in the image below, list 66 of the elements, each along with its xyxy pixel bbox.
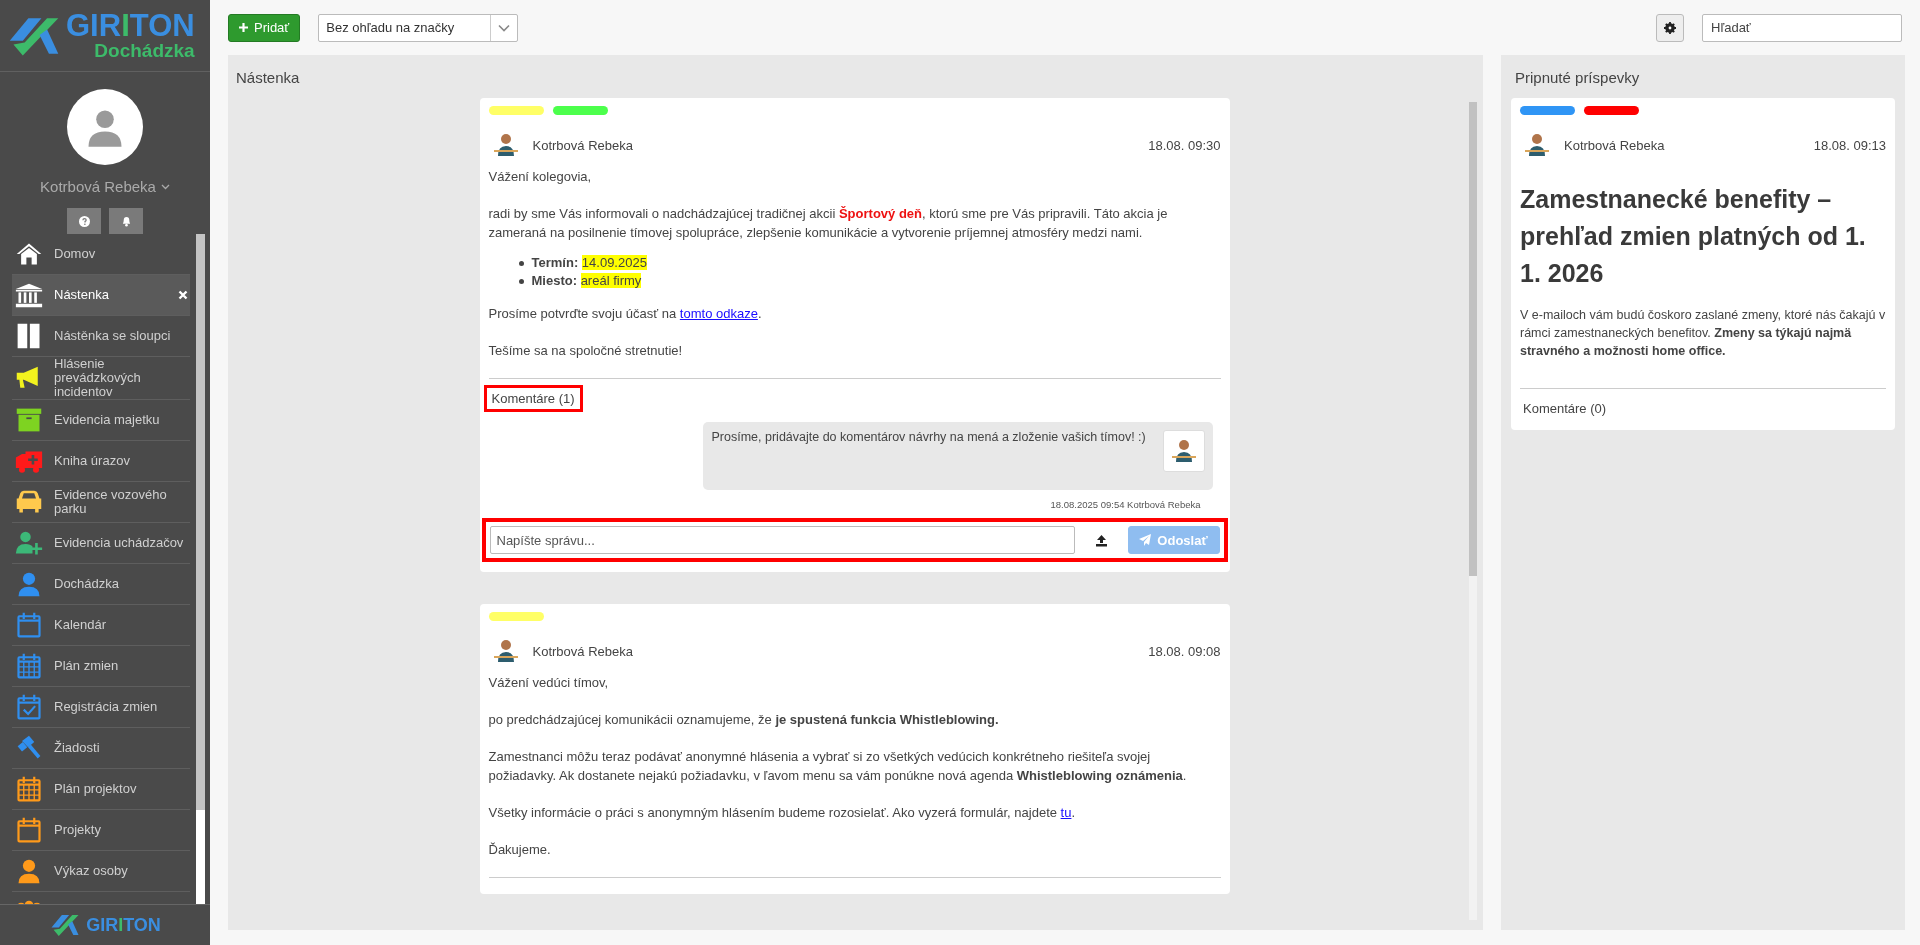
menu-item[interactable]: Výkaz osoby — [12, 851, 190, 892]
list-item: Termín: 14.09.2025 — [531, 254, 647, 272]
menu-item[interactable]: Plán projektov — [12, 769, 190, 810]
menu-item[interactable]: Registrácia zmien — [12, 687, 190, 728]
paragraph: Tešíme sa na spoločné stretnutie! — [488, 342, 684, 360]
bell-icon — [120, 215, 132, 227]
add-button[interactable]: Pridať — [228, 13, 301, 42]
paragraph: V e-mailoch vám budú čoskoro zaslané zmeny, ktoré nás čakajú v rámci zamestnaneckých benefitov. Zmeny sa týkajú najmä stravného a možnosti home office. — [1520, 307, 1886, 360]
notifications-button[interactable] — [109, 208, 143, 234]
comments-toggle[interactable]: Komentáre (0) — [1515, 395, 1615, 422]
paragraph: Ďakujeme. — [488, 841, 552, 859]
paragraph: Vážení vedúci tímov, — [488, 674, 610, 692]
comment-text: Prosíme, pridávajte do komentárov návrhy na mená a zloženie vašich tímov! :) — [711, 430, 1146, 446]
tag-filter-dropdown[interactable]: Bez ohľadu na značky — [318, 13, 519, 42]
menu-item[interactable]: Evidencia majetku — [12, 400, 190, 441]
plus-icon — [239, 23, 248, 32]
settings-button[interactable] — [1656, 13, 1684, 42]
search-field[interactable]: Hľadať — [1702, 13, 1902, 42]
panel-title: Nástenka — [235, 68, 301, 88]
chevron-down-icon — [498, 23, 511, 32]
menu-item[interactable]: Evidence vozového parku — [12, 482, 190, 523]
bullet-icon — [518, 260, 524, 266]
author-name: Kotrbová Rebeka — [1564, 137, 1666, 153]
close-icon[interactable] — [178, 290, 188, 300]
help-button[interactable] — [67, 208, 101, 234]
help-icon — [78, 215, 90, 227]
upload-icon[interactable] — [1094, 533, 1108, 547]
product-name: Dochádzka — [94, 40, 195, 61]
list-item: Miesto: areál firmy — [531, 272, 642, 290]
paragraph: Všetky informácie o práci s anonymným hlásením budeme rozosielať. Ako vyzerá formulár, najdete tu. — [488, 804, 1077, 822]
settings-icon — [1664, 21, 1676, 34]
menu-item[interactable]: Kalendár — [12, 605, 190, 646]
message-field[interactable]: Napíšte správu... — [489, 526, 1075, 554]
scrollbar-thumb[interactable] — [196, 234, 205, 811]
post-heading: Zamestnanecké benefity – prehľad zmien platných od 1. 1. 2026 — [1520, 184, 1867, 289]
logo-wordmark: GIRITON — [86, 914, 161, 936]
menu-item[interactable]: Projekty — [12, 810, 190, 851]
scrollbar-thumb[interactable] — [1469, 102, 1477, 577]
paragraph: Zamestnanci môžu teraz podávať anonymné hlásenia a vybrať si zo všetkých vedúcich konkrétneho riešiteľa svojej požiadavky. Ak dostanete nejakú požiadavku, v ľavom menu sa vám ponúkne nová agenda Whistleblowing oznámenia. — [488, 748, 1188, 785]
panel-title: Pripnuté príspevky — [1514, 68, 1641, 88]
post-time: 18.08. 09:08 — [1148, 643, 1221, 659]
paragraph: po predchádzajúcej komunikácii oznamujeme, že je spustená funkcia Whistleblowing. — [488, 711, 1000, 729]
menu-item[interactable]: Dochádzka — [12, 564, 190, 605]
paper-plane-icon — [1139, 534, 1152, 546]
bullet-icon — [518, 278, 524, 284]
comment-meta: 18.08.2025 09:54 Kotrbová Rebeka — [1050, 499, 1202, 510]
menu-item[interactable]: Evidencia uchádzačov — [12, 523, 190, 564]
caret-icon — [160, 183, 170, 190]
paragraph: Vážení kolegovia, — [488, 168, 593, 186]
paragraph: radi by sme Vás informovali o nadchádzajúcej tradičnej akcii Športový deň, ktorú sme pre Vás pripravili. Táto akcia je zameraná na posilnenie tímovej spolupráce, zlepšenie komunikácie a vytvorenie príjemnej atmosféry medzi nami. — [488, 205, 1169, 242]
post-time: 18.08. 09:30 — [1148, 137, 1221, 153]
menu-item[interactable]: Plán zmien — [12, 646, 190, 687]
user-name-dropdown[interactable]: Kotrbová Rebeka — [40, 178, 170, 195]
paragraph: Prosíme potvrďte svoju účasť na tomto odkaze. — [488, 305, 763, 323]
menu-item[interactable]: Nástenka — [12, 275, 190, 316]
menu-item[interactable]: Nástěnka se sloupci — [12, 316, 190, 357]
avatar — [1162, 430, 1205, 472]
author-name: Kotrbová Rebeka — [532, 643, 634, 659]
author-name: Kotrbová Rebeka — [532, 137, 634, 153]
menu-item[interactable]: Hlásenie prevádzkových incidentov — [12, 357, 190, 400]
menu-item[interactable]: Kniha úrazov — [12, 441, 190, 482]
link[interactable]: tomto odkaze — [679, 306, 758, 321]
comments-toggle[interactable]: Komentáre (1) — [483, 385, 583, 412]
logo-wordmark: GIRITON — [66, 10, 195, 41]
post-time: 18.08. 09:13 — [1813, 137, 1886, 153]
menu-item[interactable]: Žiadosti — [12, 728, 190, 769]
